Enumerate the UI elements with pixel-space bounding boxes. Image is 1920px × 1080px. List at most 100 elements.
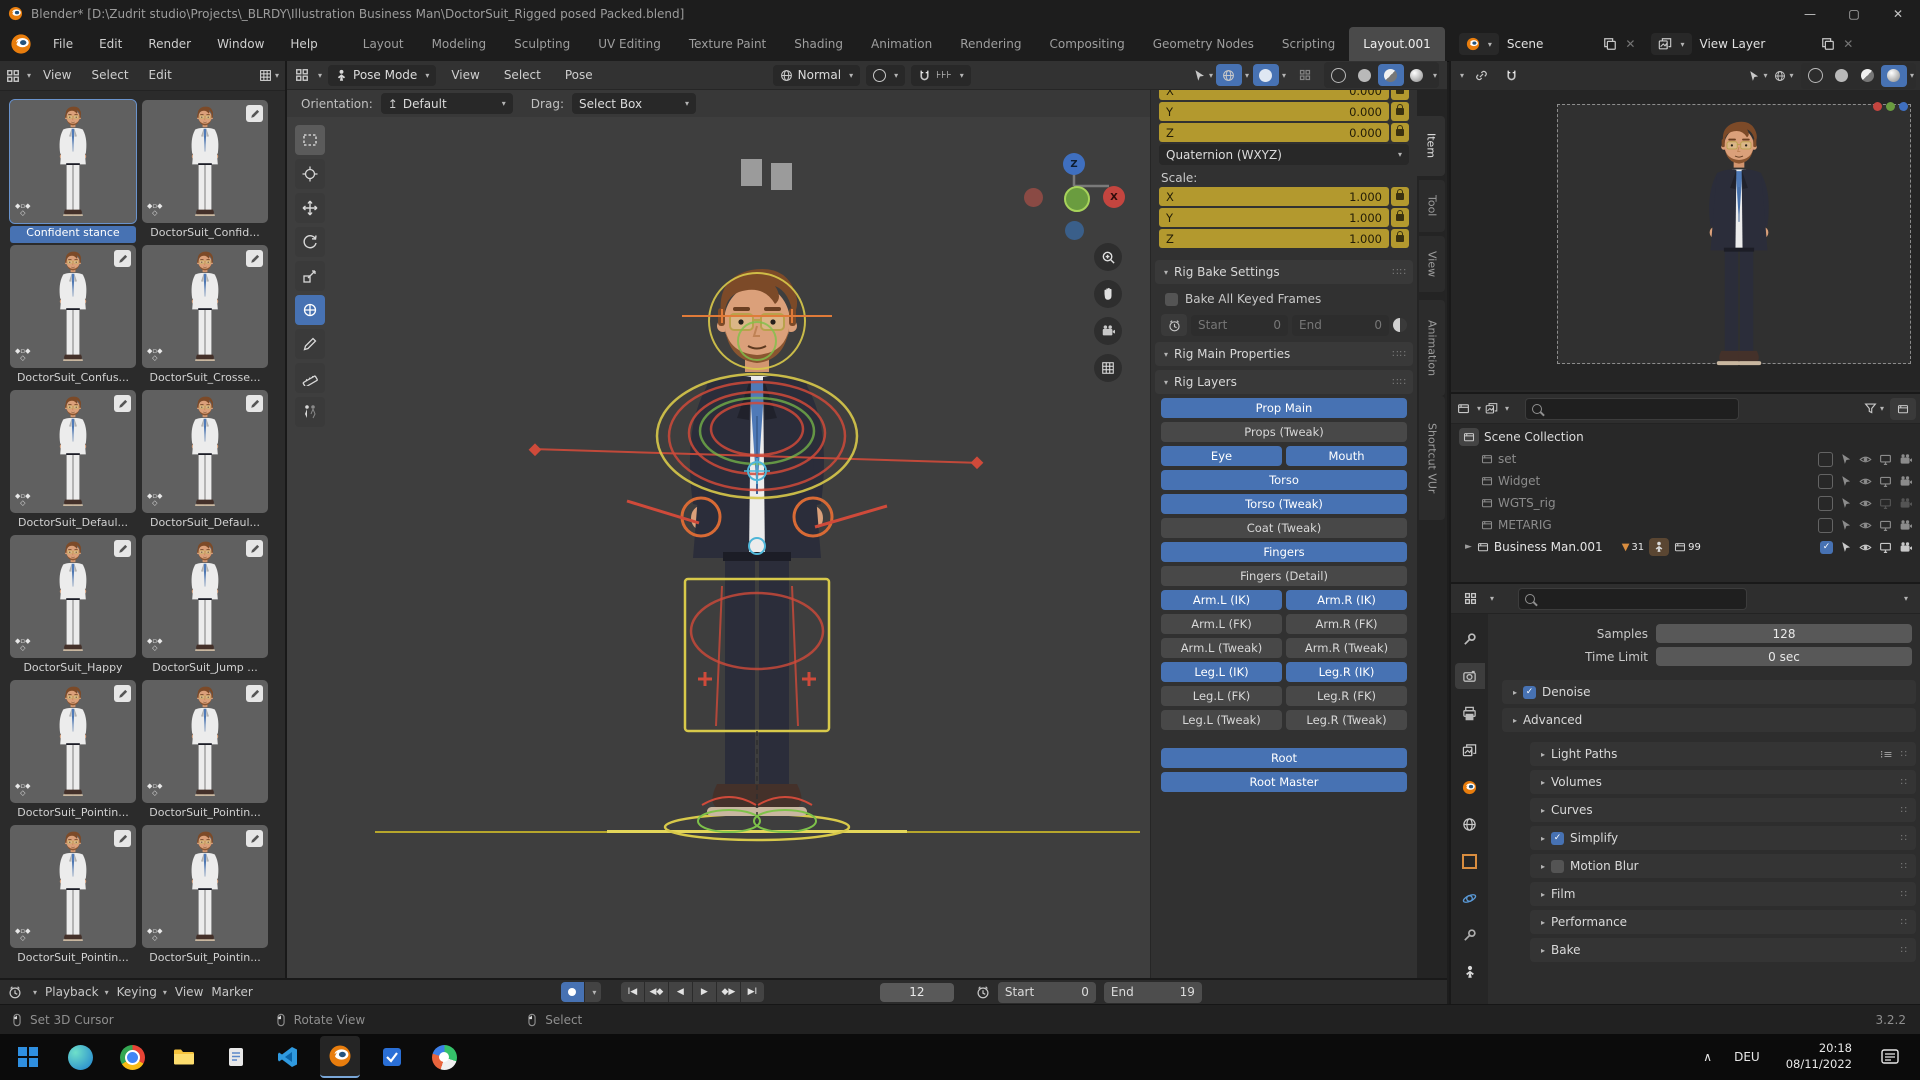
workspace-tab-scripting[interactable]: Scripting [1268, 27, 1349, 61]
asset-item[interactable]: ◆▫◆◇ DoctorSuit_Confus... [10, 245, 138, 390]
new-scene-icon[interactable] [1603, 37, 1617, 51]
taskbar-edge-icon[interactable] [60, 1037, 100, 1077]
selectable-icon[interactable] [1840, 541, 1852, 553]
workspace-tab-shading[interactable]: Shading [780, 27, 857, 61]
asset-item[interactable]: ◆▫◆◇ DoctorSuit_Jump ... [142, 535, 270, 680]
editor-type-icon[interactable] [6, 69, 20, 83]
hide-eye-icon[interactable] [1859, 453, 1872, 466]
tool-select-box[interactable] [295, 125, 325, 155]
timeline-menu-marker[interactable]: Marker [211, 985, 252, 999]
shading-dropdown[interactable]: ▾ [1910, 71, 1914, 80]
subpanel-denoise[interactable]: ▸ ✓ Denoise [1502, 680, 1916, 704]
rotation-y-row[interactable]: Y0.000 [1159, 102, 1409, 121]
samples-field[interactable]: 128 [1656, 624, 1912, 643]
drag-handle-icon[interactable]: ∷∷ [1392, 267, 1407, 278]
sidebar-tab-animation[interactable]: Animation [1419, 300, 1445, 396]
rig-layer-button[interactable]: Fingers [1161, 542, 1407, 562]
editor-type-icon[interactable] [8, 985, 22, 999]
edit-pose-icon[interactable] [246, 830, 263, 847]
denoise-checkbox[interactable]: ✓ [1523, 686, 1536, 699]
workspace-tab-animation[interactable]: Animation [857, 27, 946, 61]
shading-rendered[interactable] [1404, 64, 1430, 86]
asset-item[interactable]: ◆▫◆◇ DoctorSuit_Defaul... [10, 390, 138, 535]
taskbar-blender-icon[interactable] [320, 1036, 360, 1078]
shading-material[interactable] [1855, 65, 1881, 87]
panel-film[interactable]: ▸ Film ∷ [1530, 882, 1916, 906]
new-collection-icon[interactable] [1890, 398, 1916, 420]
drag-handle-icon[interactable]: ∷ [1901, 917, 1908, 928]
asset-thumbnail[interactable]: ◆▫◆◇ [10, 680, 136, 803]
selectable-icon[interactable] [1840, 475, 1852, 487]
exclude-checkbox[interactable] [1818, 474, 1833, 489]
xray-toggle[interactable] [1292, 64, 1318, 86]
workspace-tab-layout-001[interactable]: Layout.001 [1349, 27, 1445, 61]
asset-item[interactable]: ◆▫◆◇ Confident stance [10, 100, 138, 245]
rig-layer-button[interactable]: Arm.L (FK) [1161, 614, 1282, 634]
drag-handle-icon[interactable]: ∷ [1901, 749, 1908, 760]
edit-pose-icon[interactable] [246, 540, 263, 557]
drag-handle-icon[interactable]: ∷ [1901, 861, 1908, 872]
bake-start-field[interactable]: Start 0 [1191, 315, 1288, 336]
asset-thumbnail[interactable]: ◆▫◆◇ [142, 825, 268, 948]
tool-scale[interactable] [295, 261, 325, 291]
asset-menu-select[interactable]: Select [84, 61, 137, 90]
gizmos-dropdown[interactable]: ▾ [1245, 71, 1249, 80]
camera-view-button[interactable] [1094, 317, 1122, 345]
selectable-icon[interactable] [1840, 453, 1852, 465]
bake-all-keyed-checkbox[interactable] [1165, 293, 1178, 306]
shading-dropdown[interactable]: ▾ [1433, 71, 1437, 80]
tab-scene[interactable] [1455, 774, 1485, 800]
taskbar-vscode-icon[interactable] [268, 1037, 308, 1077]
rig-layer-button[interactable]: Arm.L (IK) [1161, 590, 1282, 610]
rig-layer-button[interactable]: Torso [1161, 470, 1407, 490]
asset-item[interactable]: ◆▫◆◇ DoctorSuit_Pointin... [142, 825, 270, 970]
shading-rendered[interactable] [1881, 65, 1907, 87]
simplify-checkbox[interactable]: ✓ [1551, 832, 1564, 845]
bake-end-field[interactable]: End 0 [1292, 315, 1389, 336]
gizmos-toggle[interactable] [1216, 64, 1242, 86]
panel-volumes[interactable]: ▸ Volumes ∷ [1530, 770, 1916, 794]
workspace-tab-geometry-nodes[interactable]: Geometry Nodes [1139, 27, 1268, 61]
drag-handle-icon[interactable]: ∷ [1901, 777, 1908, 788]
start-button[interactable] [8, 1037, 48, 1077]
sidebar-tab-tool[interactable]: Tool [1419, 180, 1445, 232]
unlink-scene-icon[interactable]: ✕ [1625, 37, 1635, 51]
render-disable-icon[interactable] [1899, 519, 1912, 532]
presets-icon[interactable]: ⁝≡ [1880, 748, 1893, 761]
magnet-icon[interactable] [1498, 65, 1524, 87]
frame-end-field[interactable]: End 19 [1104, 982, 1202, 1003]
panel-rig-layers[interactable]: ▾ Rig Layers ∷∷ [1155, 370, 1413, 394]
rig-layer-button[interactable]: Props (Tweak) [1161, 422, 1407, 442]
jump-to-start-button[interactable]: Ι◀ [621, 982, 644, 1002]
next-keyframe-button[interactable]: ◆▶ [717, 982, 740, 1002]
gizmo-x-axis[interactable]: X [1103, 186, 1125, 208]
hide-eye-icon[interactable] [1859, 497, 1872, 510]
tool-rotate[interactable] [295, 227, 325, 257]
workspace-tab-uv-editing[interactable]: UV Editing [584, 27, 675, 61]
lock-icon[interactable] [1391, 208, 1409, 227]
outliner-row-business-man[interactable]: ► Business Man.001 ▼ 31 99 ✓ [1451, 536, 1920, 558]
tab-constraints[interactable] [1455, 922, 1485, 948]
asset-thumbnail[interactable]: ◆▫◆◇ [10, 825, 136, 948]
character-render[interactable] [517, 201, 997, 851]
rig-layer-button[interactable]: Mouth [1286, 446, 1407, 466]
selectable-icon[interactable] [1840, 519, 1852, 531]
asset-menu-view[interactable]: View [35, 61, 79, 90]
tab-output[interactable] [1455, 700, 1485, 726]
current-frame-field[interactable]: 12 [880, 983, 954, 1002]
editor-type-icon[interactable] [1457, 402, 1470, 415]
snap-controls[interactable]: ⊦⊦⊦ ▾ [911, 65, 971, 86]
keying-set-icon[interactable] [1393, 318, 1407, 332]
camera-preview-viewport[interactable] [1451, 90, 1920, 390]
taskbar-app2-icon[interactable] [424, 1037, 464, 1077]
outliner-search-input[interactable] [1525, 398, 1739, 420]
gizmo-z-axis[interactable]: Z [1063, 153, 1085, 175]
jump-to-end-button[interactable]: ▶Ι [741, 982, 764, 1002]
remove-view-layer-icon[interactable]: ✕ [1843, 37, 1853, 51]
edit-pose-icon[interactable] [246, 105, 263, 122]
outliner-row[interactable]: WGTS_rig [1451, 492, 1920, 514]
pan-view-button[interactable] [1094, 280, 1122, 308]
frame-start-field[interactable]: Start 0 [998, 982, 1096, 1003]
tab-world[interactable] [1455, 811, 1485, 837]
edit-pose-icon[interactable] [246, 395, 263, 412]
